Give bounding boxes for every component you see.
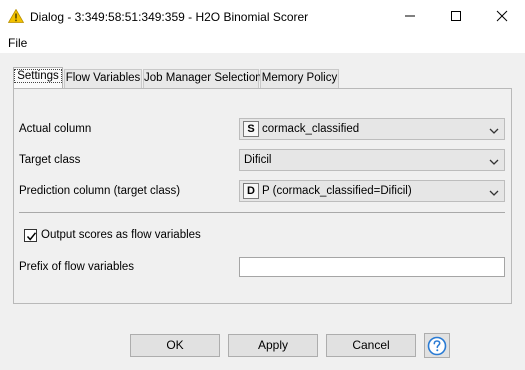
- tab-memory-policy[interactable]: Memory Policy: [260, 69, 339, 88]
- menu-file[interactable]: File: [8, 36, 27, 50]
- tab-job-manager-label: Job Manager Selection: [144, 72, 262, 84]
- close-button[interactable]: [479, 0, 525, 32]
- separator: [19, 212, 505, 213]
- target-class-label: Target class: [19, 154, 81, 166]
- help-button[interactable]: [424, 333, 450, 358]
- window-title: Dialog - 3:349:58:51:349:359 - H2O Binom…: [30, 10, 309, 24]
- chevron-down-icon: [489, 126, 499, 138]
- tab-settings[interactable]: Settings: [13, 67, 63, 88]
- actual-column-select[interactable]: S cormack_classified: [239, 118, 505, 140]
- checkmark-icon: [26, 232, 37, 241]
- cancel-button[interactable]: Cancel: [326, 334, 416, 357]
- maximize-button[interactable]: [433, 0, 479, 32]
- ok-button[interactable]: OK: [130, 334, 220, 357]
- tab-settings-label: Settings: [14, 69, 62, 83]
- string-type-icon: S: [243, 121, 259, 137]
- tab-memory-policy-label: Memory Policy: [261, 72, 338, 84]
- warning-triangle-icon: [7, 8, 25, 23]
- menu-bar: File: [0, 32, 525, 53]
- double-type-icon: D: [243, 183, 259, 199]
- help-question-icon: [427, 336, 447, 355]
- actual-column-label: Actual column: [19, 123, 92, 135]
- apply-button[interactable]: Apply: [228, 334, 318, 357]
- prediction-column-label: Prediction column (target class): [19, 185, 181, 197]
- target-class-value: Dificil: [244, 154, 272, 166]
- minimize-button[interactable]: [387, 0, 433, 32]
- tab-job-manager-selection[interactable]: Job Manager Selection: [143, 69, 262, 88]
- chevron-down-icon: [489, 157, 499, 169]
- output-scores-checkbox[interactable]: [24, 229, 37, 242]
- title-bar: Dialog - 3:349:58:51:349:359 - H2O Binom…: [0, 0, 525, 32]
- actual-column-value: cormack_classified: [262, 123, 360, 135]
- prefix-input[interactable]: [239, 257, 505, 277]
- output-scores-label[interactable]: Output scores as flow variables: [41, 229, 201, 241]
- prediction-column-select[interactable]: D P (cormack_classified=Dificil): [239, 180, 505, 202]
- target-class-select[interactable]: Dificil: [239, 149, 505, 171]
- tab-flow-variables-label: Flow Variables: [65, 72, 141, 84]
- prefix-label: Prefix of flow variables: [19, 261, 135, 273]
- tab-flow-variables[interactable]: Flow Variables: [64, 69, 142, 88]
- prediction-column-value: P (cormack_classified=Dificil): [262, 185, 412, 197]
- chevron-down-icon: [489, 188, 499, 200]
